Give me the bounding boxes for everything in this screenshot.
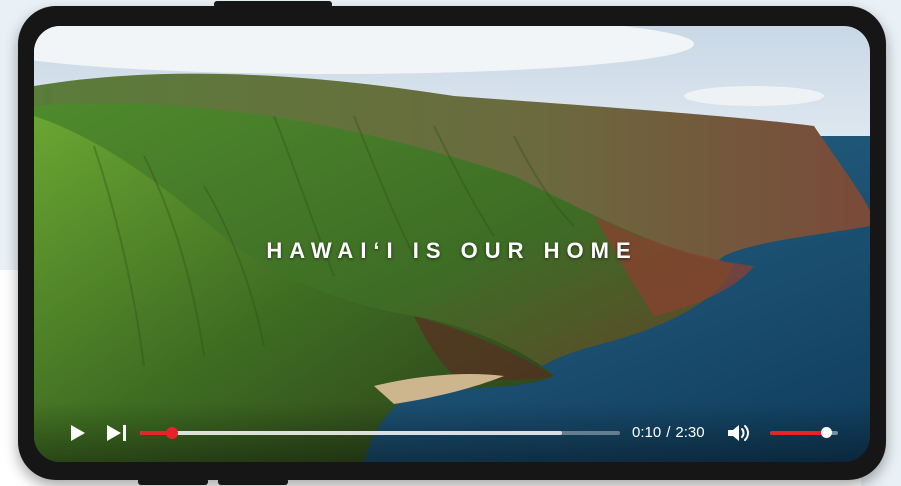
play-button[interactable] (70, 424, 86, 442)
phone-side-button (218, 478, 288, 485)
time-separator: / (666, 424, 671, 441)
volume-icon (728, 425, 749, 441)
current-time: 0:10 (632, 424, 662, 441)
phone-side-button (214, 1, 332, 8)
skip-next-button[interactable] (106, 424, 128, 442)
volume-slider[interactable] (770, 427, 838, 438)
player-controls-bar: 0:10/2:30 (34, 402, 870, 462)
skip-next-icon (107, 425, 126, 441)
volume-level (770, 431, 826, 435)
video-player[interactable]: HAWAI‘I IS OUR HOME 0:10/2:30 (34, 26, 870, 462)
volume-slider-handle[interactable] (820, 427, 832, 438)
progress-bar[interactable] (140, 427, 620, 439)
volume-button[interactable] (726, 422, 750, 444)
video-title-overlay: HAWAI‘I IS OUR HOME (266, 238, 638, 263)
progress-buffer (140, 431, 563, 435)
progress-scrubber-handle[interactable] (166, 427, 179, 439)
phone-side-button (138, 478, 208, 485)
play-icon (71, 425, 85, 441)
time-display: 0:10/2:30 (632, 424, 705, 441)
duration: 2:30 (675, 424, 705, 441)
phone-frame: HAWAI‘I IS OUR HOME 0:10/2:30 (18, 1, 886, 485)
